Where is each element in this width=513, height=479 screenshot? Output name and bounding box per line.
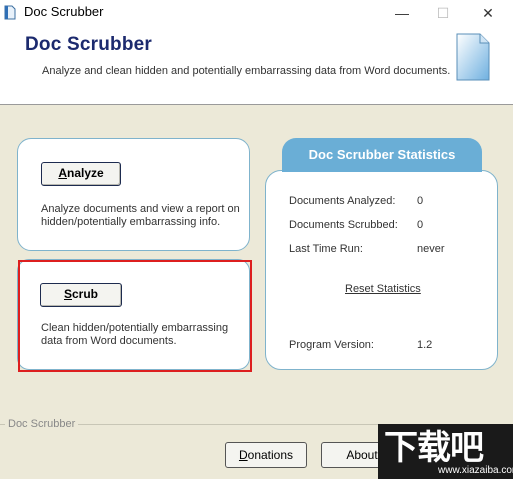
reset-statistics-link[interactable]: Reset Statistics	[345, 283, 421, 295]
footer-group-label: Doc Scrubber	[5, 418, 79, 430]
donations-mnemonic: D	[238, 448, 248, 462]
program-version-label: Program Version:	[289, 339, 374, 351]
documents-scrubbed-value: 0	[417, 219, 424, 231]
analyze-label: nalyze	[66, 166, 104, 180]
document-icon	[456, 33, 490, 81]
analyze-button[interactable]: Analyze	[41, 162, 121, 186]
analyze-description-line-1: Analyze documents and view a report on	[41, 203, 240, 215]
documents-analyzed-label: Documents Analyzed:	[289, 195, 396, 207]
header-title: Doc Scrubber	[25, 34, 152, 55]
analyze-description: Analyze documents and view a report on h…	[41, 203, 241, 229]
analyze-description-line-2: hidden/potentially embarrassing info.	[41, 216, 221, 228]
donations-label: onations	[247, 448, 294, 462]
maximize-button[interactable]: ☐	[423, 0, 463, 26]
close-button[interactable]: ✕	[468, 0, 508, 26]
statistics-title: Doc Scrubber Statistics	[282, 138, 482, 172]
last-time-run-value: never	[417, 243, 445, 255]
app-header: Doc Scrubber Analyze and clean hidden an…	[0, 26, 513, 105]
header-subtitle: Analyze and clean hidden and potentially…	[42, 65, 451, 77]
documents-analyzed-value: 0	[417, 195, 424, 207]
window-title: Doc Scrubber	[24, 4, 104, 19]
program-version-value: 1.2	[417, 339, 433, 351]
analyze-panel	[17, 138, 250, 251]
documents-scrubbed-label: Documents Scrubbed:	[289, 219, 398, 231]
watermark-url: www.xiazaiba.com	[438, 465, 513, 476]
analyze-mnemonic: A	[58, 166, 67, 180]
app-document-icon	[4, 5, 16, 20]
scrub-highlight-frame	[18, 260, 252, 372]
watermark-logo: 下载吧	[384, 429, 484, 467]
title-bar: Doc Scrubber — ☐ ✕	[0, 0, 513, 26]
last-time-run-label: Last Time Run:	[289, 243, 363, 255]
minimize-button[interactable]: —	[382, 0, 422, 26]
donations-button[interactable]: Donations	[225, 442, 307, 468]
